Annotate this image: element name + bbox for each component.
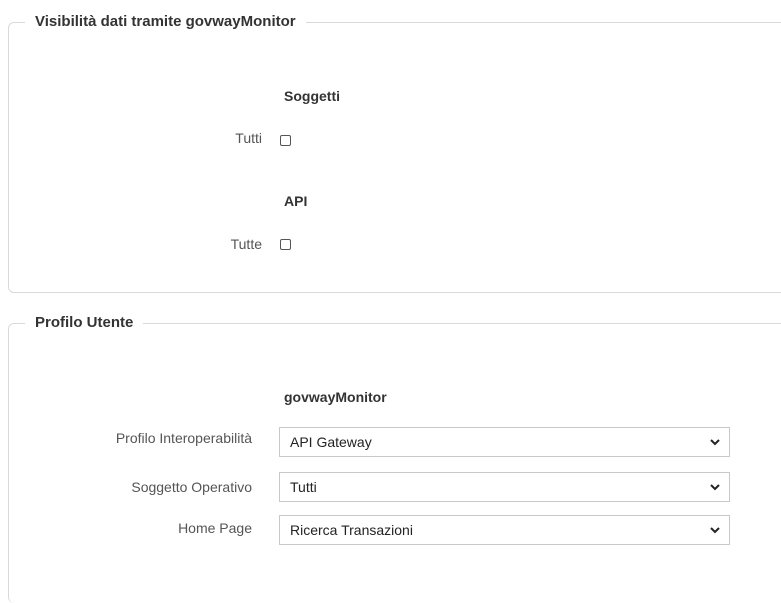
chevron-down-icon <box>710 484 720 491</box>
visibility-section-title: Visibilità dati tramite govwayMonitor <box>25 11 306 33</box>
home-page-value: Ricerca Transazioni <box>290 522 413 538</box>
subjects-all-checkbox[interactable] <box>280 135 291 146</box>
soggetto-operativo-value: Tutti <box>290 479 317 495</box>
home-page-select[interactable]: Ricerca Transazioni <box>279 515 730 545</box>
api-header: API <box>284 193 308 209</box>
chevron-down-icon <box>710 439 720 446</box>
api-all-label: Tutte <box>230 236 262 252</box>
govwaymonitor-subheader: govwayMonitor <box>284 389 387 405</box>
subjects-header: Soggetti <box>284 88 340 104</box>
home-page-label: Home Page <box>178 520 252 536</box>
subjects-all-label: Tutti <box>235 130 262 146</box>
soggetto-operativo-select[interactable]: Tutti <box>279 472 730 502</box>
user-profile-section-title: Profilo Utente <box>25 312 144 334</box>
api-all-checkbox[interactable] <box>280 239 291 250</box>
user-profile-fieldset: Profilo Utente govwayMonitor Profilo Int… <box>8 312 781 603</box>
profilo-interoperabilita-select[interactable]: API Gateway <box>279 427 730 457</box>
profilo-interoperabilita-value: API Gateway <box>290 434 372 450</box>
chevron-down-icon <box>710 527 720 534</box>
visibility-fieldset: Visibilità dati tramite govwayMonitor So… <box>8 11 781 293</box>
soggetto-operativo-label: Soggetto Operativo <box>131 479 252 495</box>
profilo-interoperabilita-label: Profilo Interoperabilità <box>115 430 252 446</box>
